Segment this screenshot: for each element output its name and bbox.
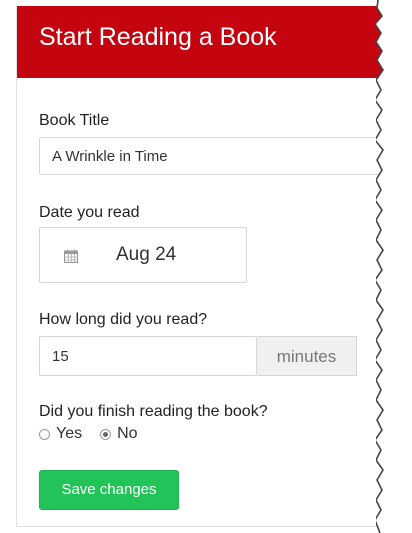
book-form-card: Start Reading a Book Book Title A Wrinkl… <box>16 6 393 527</box>
minutes-addon: minutes <box>257 336 357 376</box>
date-label: Date you read <box>39 204 140 221</box>
finished-radio-group: Yes No <box>39 424 138 444</box>
finished-no-label[interactable]: No <box>117 425 137 443</box>
form-header: Start Reading a Book <box>17 6 393 78</box>
finished-question: Did you finish reading the book? <box>39 403 268 420</box>
calendar-icon <box>64 249 78 263</box>
date-value: Aug 24 <box>116 244 177 265</box>
book-title-label: Book Title <box>39 112 110 129</box>
page-title: Start Reading a Book <box>39 23 277 51</box>
torn-edge <box>376 0 412 533</box>
book-title-value: A Wrinkle in Time <box>52 148 168 165</box>
book-title-input[interactable]: A Wrinkle in Time <box>39 137 393 175</box>
duration-input[interactable]: 15 <box>39 336 257 376</box>
date-input[interactable]: Aug 24 <box>39 227 247 283</box>
duration-label: How long did you read? <box>39 311 208 328</box>
save-changes-button[interactable]: Save changes <box>39 470 179 510</box>
duration-value: 15 <box>52 348 69 365</box>
finished-yes-label[interactable]: Yes <box>56 425 82 443</box>
finished-yes-radio[interactable] <box>39 428 50 440</box>
finished-no-radio[interactable] <box>100 428 112 440</box>
